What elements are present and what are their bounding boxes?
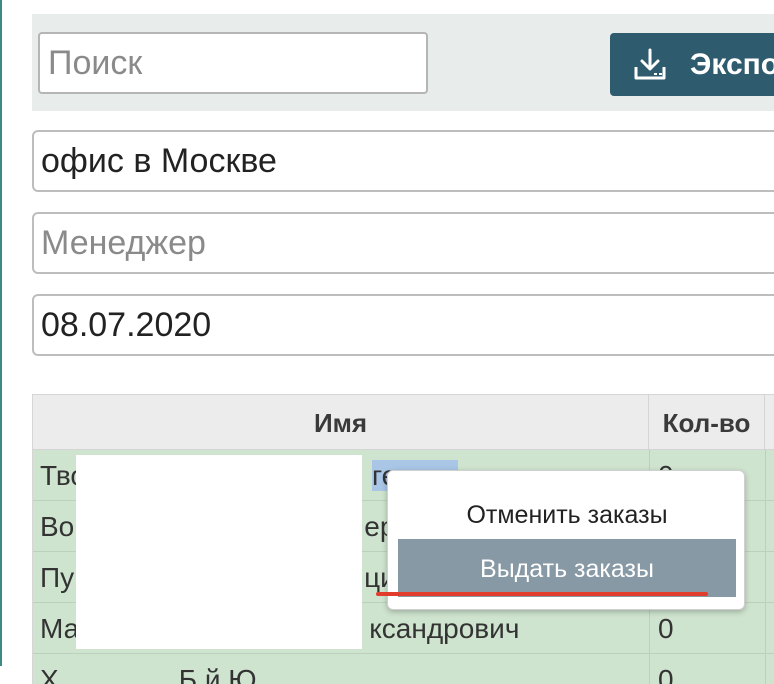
column-header-qty[interactable]: Кол-во	[649, 395, 765, 449]
column-header-name[interactable]: Имя	[33, 395, 649, 449]
cell-name: ХБ й Ю	[40, 664, 257, 684]
cell-extra	[765, 654, 774, 684]
table-header: Имя Кол-во	[33, 395, 774, 450]
export-button-label: Экспо	[690, 47, 774, 81]
cell-extra	[765, 501, 774, 551]
column-header-extra[interactable]	[765, 395, 774, 449]
search-input[interactable]	[38, 32, 428, 94]
window-edge	[0, 0, 2, 666]
export-button[interactable]: Экспо	[610, 33, 774, 96]
cell-extra	[765, 552, 774, 602]
download-icon	[634, 48, 666, 79]
cell-extra: с	[765, 450, 774, 500]
office-field[interactable]	[32, 130, 774, 192]
annotation-underline	[376, 592, 708, 596]
cell-extra	[765, 603, 774, 653]
menu-item-issue-orders[interactable]: Выдать заказы	[398, 539, 736, 597]
date-field[interactable]	[32, 294, 774, 356]
table-row[interactable]: ХБ й Ю 0	[33, 654, 774, 684]
manager-field[interactable]	[32, 212, 774, 274]
cell-qty: 0	[649, 654, 765, 684]
redaction-box	[76, 455, 362, 649]
menu-item-cancel-orders[interactable]: Отменить заказы	[398, 485, 736, 543]
context-menu: Отменить заказы Выдать заказы	[387, 470, 745, 610]
cell-qty: 0	[649, 603, 765, 653]
